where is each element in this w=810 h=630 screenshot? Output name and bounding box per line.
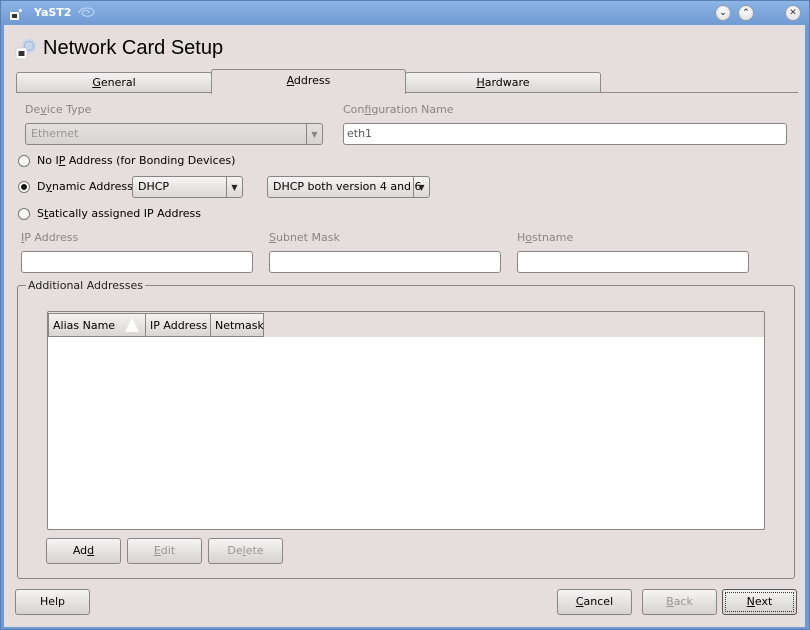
cancel-button[interactable]: Cancel [557,589,632,615]
radio-label: No IP Address (for Bonding Devices) [37,154,236,167]
title-bar[interactable]: YaST2 ⌄ ⌃ ✕ [1,1,809,25]
add-button[interactable]: Add [46,538,121,564]
page-heading: Network Card Setup [15,37,223,60]
chevron-down-icon: ▼ [413,177,429,197]
tab-general[interactable]: General [16,72,212,93]
configuration-name-label: Configuration Name [343,103,454,116]
ip-address-label: IP Address [21,231,79,244]
maximize-icon[interactable]: ⌃ [738,5,754,21]
delete-button[interactable]: Delete [208,538,283,564]
tab-divider [16,92,798,93]
column-header-alias-name[interactable]: Alias Name [48,313,146,337]
radio-button[interactable] [18,207,30,220]
dialog-content: Network Card Setup General Address Hardw… [4,25,805,627]
chevron-down-icon: ▼ [306,124,322,144]
network-card-icon [10,9,22,20]
radio-button[interactable] [18,180,30,193]
table-header: Alias Name IP Address Netmask [48,312,764,337]
subnet-mask-label: Subnet Mask [269,231,340,244]
close-icon[interactable]: ✕ [785,5,801,21]
configuration-name-input[interactable]: eth1 [343,123,787,145]
radio-static-address[interactable]: Statically assigned IP Address [18,207,201,220]
page-title: Network Card Setup [43,37,224,59]
device-type-combo[interactable]: Ethernet ▼ [25,123,323,145]
back-button[interactable]: Back [642,589,717,615]
sort-ascending-icon [125,318,139,332]
device-type-value: Ethernet [31,127,79,140]
network-card-icon [15,38,36,59]
additional-addresses-title: Additional Addresses [26,279,146,292]
radio-label: Statically assigned IP Address [37,207,201,220]
additional-addresses-table[interactable]: Alias Name IP Address Netmask [47,311,765,530]
radio-dynamic-address[interactable]: Dynamic Address [18,180,133,193]
hostname-input[interactable] [517,251,749,273]
tab-bar: General Address Hardware [16,69,798,94]
subnet-mask-input[interactable] [269,251,501,273]
minimize-icon[interactable]: ⌄ [715,5,731,21]
ip-address-input[interactable] [21,251,253,273]
window-title: YaST2 [34,6,72,19]
help-button[interactable]: Help [15,589,90,615]
radio-button[interactable] [18,154,30,167]
next-button[interactable]: Next [722,589,797,615]
radio-label: Dynamic Address [37,180,133,193]
suse-logo-icon [78,7,95,17]
edit-button[interactable]: Edit [127,538,202,564]
dynamic-method-combo[interactable]: DHCP ▼ [132,176,243,198]
column-header-netmask[interactable]: Netmask [210,313,264,337]
dhcp-version-value: DHCP both version 4 and 6 [273,180,422,193]
dynamic-method-value: DHCP [138,180,170,193]
yast-window: YaST2 ⌄ ⌃ ✕ Network Card Setup General A… [0,0,810,630]
hostname-label: Hostname [517,231,574,244]
chevron-down-icon: ▼ [226,177,242,197]
column-header-ip-address[interactable]: IP Address [145,313,211,337]
dhcp-version-combo[interactable]: DHCP both version 4 and 6 ▼ [267,176,430,198]
device-type-label: Device Type [25,103,92,116]
tab-address[interactable]: Address [211,69,406,94]
tab-hardware[interactable]: Hardware [405,72,601,93]
radio-no-ip[interactable]: No IP Address (for Bonding Devices) [18,154,235,167]
